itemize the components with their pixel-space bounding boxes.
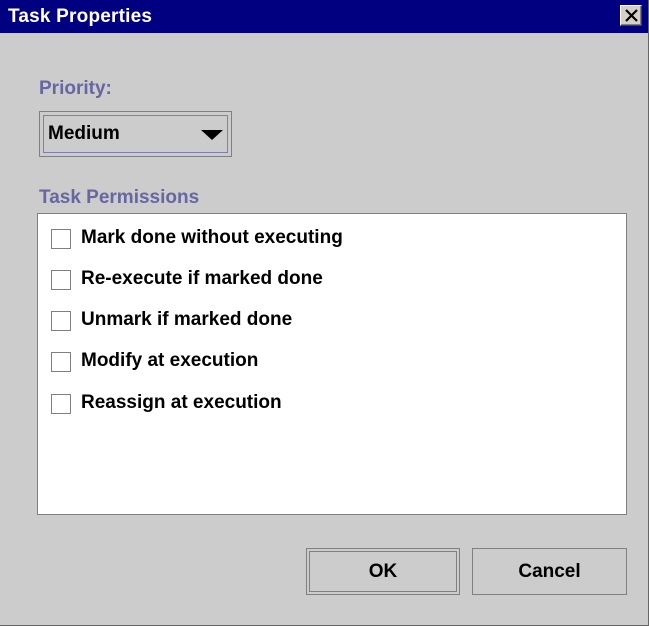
- permission-re-execute-if-marked-done[interactable]: Re-execute if marked done: [51, 268, 611, 294]
- ok-button-label: OK: [309, 551, 457, 592]
- dropdown-arrow-icon[interactable]: [201, 130, 223, 140]
- title-bar[interactable]: Task Properties: [0, 0, 648, 33]
- permission-reassign-at-execution[interactable]: Reassign at execution: [51, 392, 611, 418]
- priority-dropdown[interactable]: Medium: [39, 111, 232, 157]
- priority-label: Priority:: [39, 78, 112, 99]
- checkbox[interactable]: [51, 352, 71, 372]
- priority-selected-value: Medium: [48, 123, 120, 144]
- permission-mark-done-without-executing[interactable]: Mark done without executing: [51, 227, 611, 253]
- permission-label[interactable]: Unmark if marked done: [81, 309, 292, 331]
- window-title: Task Properties: [8, 6, 153, 27]
- checkbox[interactable]: [51, 229, 71, 249]
- permission-modify-at-execution[interactable]: Modify at execution: [51, 350, 611, 376]
- cancel-button[interactable]: Cancel: [472, 548, 627, 595]
- task-permissions-label: Task Permissions: [39, 187, 200, 208]
- checkbox[interactable]: [51, 311, 71, 331]
- permission-unmark-if-marked-done[interactable]: Unmark if marked done: [51, 309, 611, 335]
- priority-dropdown-field[interactable]: Medium: [43, 115, 228, 153]
- permission-label[interactable]: Reassign at execution: [81, 392, 282, 414]
- task-properties-dialog: Task Properties Priority: Medium Task Pe…: [0, 0, 649, 626]
- checkbox[interactable]: [51, 394, 71, 414]
- checkbox[interactable]: [51, 270, 71, 290]
- close-button[interactable]: [620, 5, 642, 26]
- permission-label[interactable]: Mark done without executing: [81, 227, 343, 249]
- close-x-icon: [625, 9, 638, 22]
- ok-button[interactable]: OK: [306, 548, 460, 595]
- permission-label[interactable]: Re-execute if marked done: [81, 268, 323, 290]
- permissions-list: Mark done without executing Re-execute i…: [37, 213, 627, 515]
- permission-label[interactable]: Modify at execution: [81, 350, 258, 372]
